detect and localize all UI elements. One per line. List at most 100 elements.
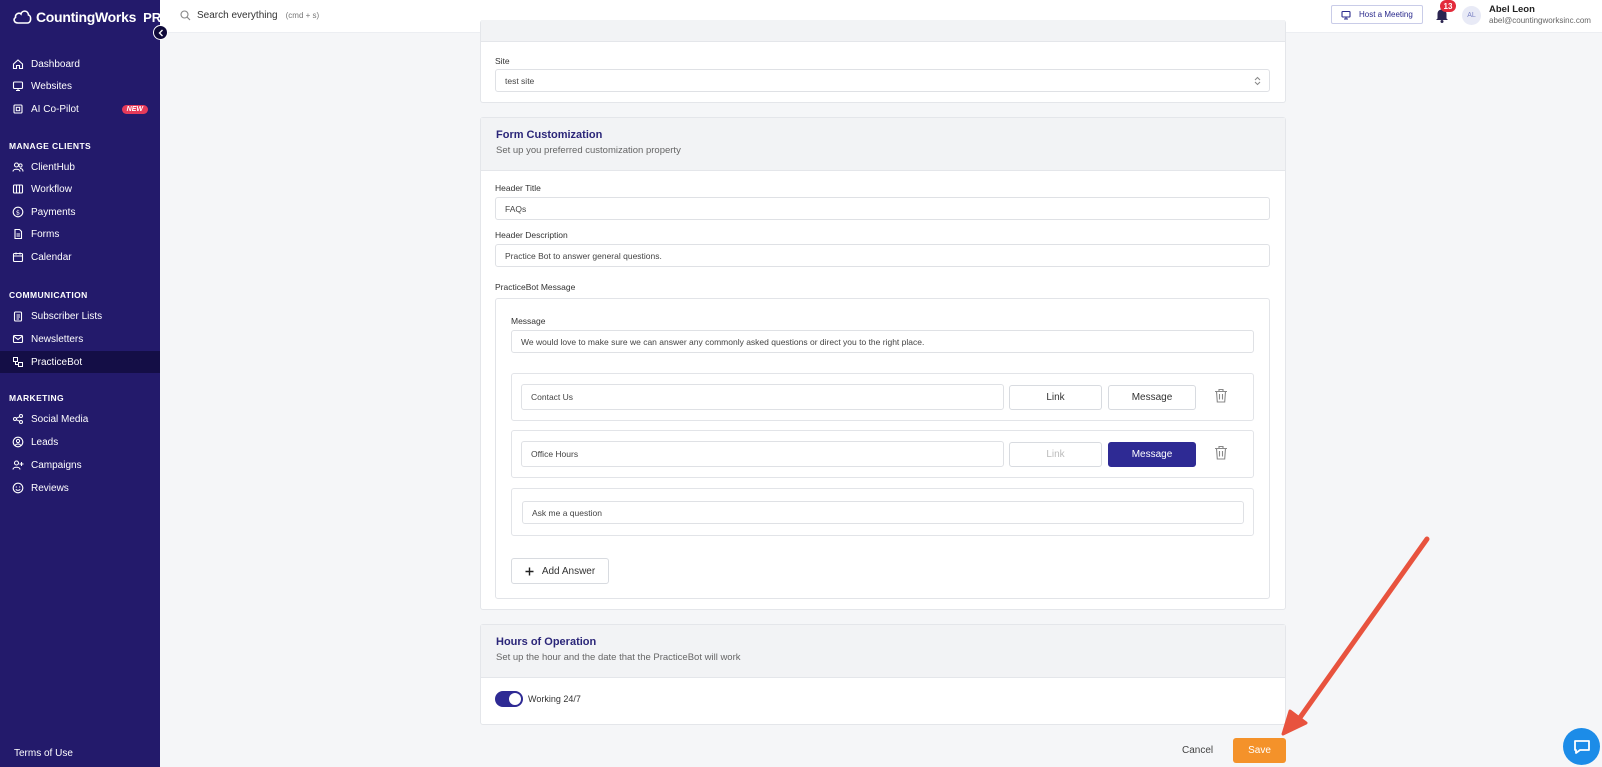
plus-icon [525, 567, 534, 575]
search-icon [180, 10, 191, 21]
host-meeting-button[interactable]: Host a Meeting [1331, 5, 1423, 24]
monitor-icon [1341, 10, 1351, 20]
section-communication: COMMUNICATION [9, 290, 88, 300]
header-description-label: Header Description [495, 230, 568, 240]
share-icon [13, 414, 23, 424]
user-email: abel@countingworksinc.com [1489, 16, 1591, 25]
search-placeholder: Search everything [197, 10, 278, 21]
sidebar-item-calendar[interactable]: Calendar [0, 246, 160, 268]
answer-link-button[interactable]: Link [1009, 442, 1102, 467]
answer-message-button[interactable]: Message [1108, 385, 1196, 410]
sidebar-item-label: Newsletters [31, 333, 84, 345]
sidebar-item-label: Social Media [31, 413, 89, 425]
header-description-input[interactable]: Practice Bot to answer general questions… [495, 244, 1270, 267]
header-title-input[interactable]: FAQs [495, 197, 1270, 220]
sidebar-item-social-media[interactable]: Social Media [0, 408, 160, 430]
sidebar-item-label: Subscriber Lists [31, 310, 103, 322]
user-circle-icon [12, 436, 24, 448]
sidebar-item-workflow[interactable]: Workflow [0, 178, 160, 200]
notification-count-badge: 13 [1440, 0, 1456, 12]
terms-of-use-link[interactable]: Terms of Use [14, 748, 73, 759]
site-card-header [481, 20, 1285, 42]
chevron-left-icon [158, 29, 163, 36]
sidebar-item-newsletters[interactable]: Newsletters [0, 328, 160, 350]
message-input[interactable]: We would love to make sure we can answer… [511, 330, 1254, 353]
sidebar-item-reviews[interactable]: Reviews [0, 477, 160, 499]
mail-icon [12, 334, 24, 344]
answer-input[interactable]: Contact Us [521, 384, 1004, 410]
sidebar-item-label: ClientHub [31, 161, 75, 173]
site-select[interactable]: test site [495, 69, 1270, 92]
users-icon [12, 162, 24, 172]
hours-title: Hours of Operation [496, 636, 597, 648]
sidebar-item-label: Reviews [31, 482, 69, 494]
practicebot-message-label: PracticeBot Message [495, 282, 576, 292]
sidebar-item-label: Payments [31, 206, 76, 218]
monitor-icon [12, 81, 24, 92]
svg-text:$: $ [16, 208, 20, 216]
hours-subtitle: Set up the hour and the date that the Pr… [496, 652, 741, 663]
host-meeting-label: Host a Meeting [1359, 10, 1413, 19]
section-marketing: MARKETING [9, 393, 65, 403]
smile-icon [12, 482, 24, 494]
form-customization-subtitle: Set up you preferred customization prope… [496, 145, 681, 156]
form-customization-title: Form Customization [496, 129, 603, 141]
trash-icon[interactable] [1214, 445, 1228, 460]
sidebar-item-label: Calendar [31, 251, 72, 263]
sidebar-collapse-button[interactable] [153, 25, 168, 40]
hours-of-operation-card: Hours of Operation Set up the hour and t… [480, 624, 1286, 725]
app-name: CountingWorks [36, 9, 137, 25]
add-answer-button[interactable]: Add Answer [511, 558, 609, 584]
save-button[interactable]: Save [1233, 738, 1286, 763]
sidebar-item-dashboard[interactable]: Dashboard [0, 53, 160, 75]
working-24-7-label: Working 24/7 [528, 694, 581, 704]
sidebar-item-practicebot[interactable]: PracticeBot [0, 351, 160, 373]
avatar[interactable]: AL [1462, 6, 1481, 25]
header-title-label: Header Title [495, 183, 541, 193]
sidebar-item-label: PracticeBot [31, 356, 83, 368]
sidebar-item-label: Forms [31, 228, 60, 240]
answer-link-button[interactable]: Link [1009, 385, 1102, 410]
sidebar-item-forms[interactable]: Forms [0, 223, 160, 245]
add-answer-label: Add Answer [541, 565, 596, 577]
answer-input[interactable]: Office Hours [521, 441, 1004, 467]
logo-cloud-icon [13, 10, 32, 24]
trash-icon[interactable] [1214, 388, 1228, 403]
cpu-icon [13, 104, 23, 114]
sidebar-item-subscriber-lists[interactable]: Subscriber Lists [0, 305, 160, 327]
ask-question-input[interactable]: Ask me a question [522, 501, 1244, 524]
bot-icon [13, 357, 23, 367]
file-icon [14, 228, 23, 240]
chat-widget-button[interactable] [1563, 728, 1600, 765]
global-search[interactable]: Search everything (cmd + s) [180, 10, 319, 21]
clipboard-icon [13, 311, 23, 322]
sidebar-item-clienthub[interactable]: ClientHub [0, 156, 160, 178]
home-icon [12, 59, 24, 70]
sidebar-item-campaigns[interactable]: Campaigns [0, 454, 160, 476]
message-label: Message [511, 316, 546, 326]
working-24-7-toggle[interactable] [495, 691, 523, 707]
sidebar-item-label: Leads [31, 436, 59, 448]
sidebar-item-label: Workflow [31, 183, 72, 195]
user-name[interactable]: Abel Leon [1489, 4, 1535, 15]
sidebar-item-payments[interactable]: $ Payments [0, 201, 160, 223]
search-shortcut-hint: (cmd + s) [285, 11, 320, 20]
hours-of-operation-header: Hours of Operation Set up the hour and t… [481, 625, 1285, 678]
sidebar-item-label: Campaigns [31, 459, 82, 471]
columns-icon [12, 184, 24, 194]
sidebar-item-leads[interactable]: Leads [0, 431, 160, 453]
sidebar-item-label: Dashboard [31, 58, 80, 70]
form-customization-header: Form Customization Set up you preferred … [481, 118, 1285, 171]
sidebar-item-websites[interactable]: Websites [0, 75, 160, 97]
cancel-button[interactable]: Cancel [1182, 745, 1213, 756]
chat-icon [1573, 739, 1590, 754]
site-select-value: test site [505, 75, 535, 86]
site-label: Site [495, 56, 510, 66]
app-logo[interactable]: CountingWorks PRO [12, 6, 171, 28]
annotation-arrow [1281, 536, 1430, 736]
answer-message-button[interactable]: Message [1108, 442, 1196, 467]
sidebar-item-label: AI Co-Pilot [31, 103, 79, 115]
sidebar-item-ai-copilot[interactable]: AI Co-Pilot NEW [0, 98, 160, 120]
user-plus-icon [12, 460, 24, 470]
sidebar: CountingWorks PRO Dashboard Websites AI C… [0, 0, 171, 767]
